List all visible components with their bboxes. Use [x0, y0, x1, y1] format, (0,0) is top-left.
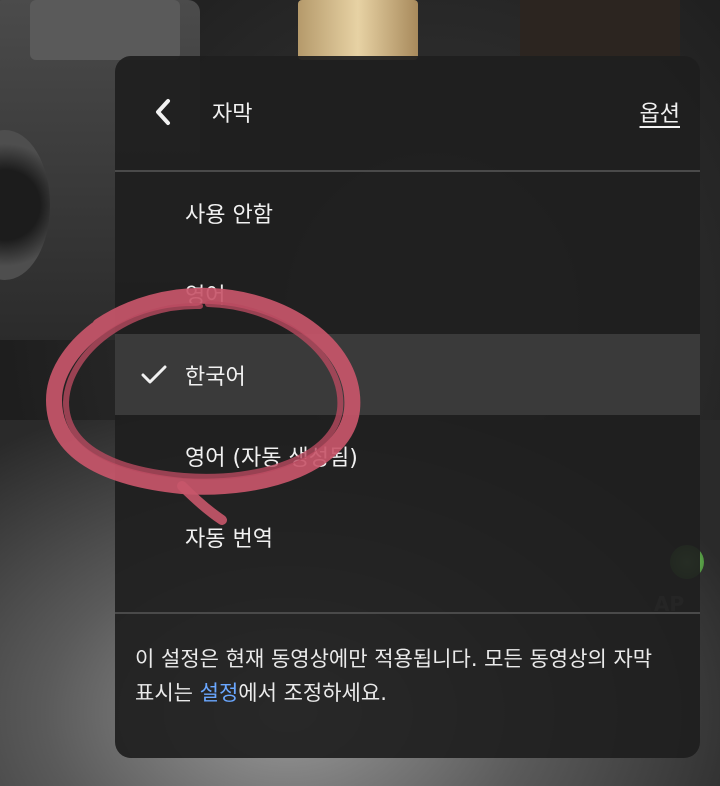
settings-note: 이 설정은 현재 동영상에만 적용됩니다. 모든 동영상의 자막 표시는 설정에…	[135, 642, 675, 710]
subtitle-option-english[interactable]: 영어	[115, 253, 700, 334]
chevron-left-icon	[156, 99, 170, 125]
options-link[interactable]: 옵션	[640, 96, 680, 128]
subtitle-option-korean[interactable]: 한국어	[115, 334, 700, 415]
back-button[interactable]	[145, 90, 181, 134]
option-label: 자동 번역	[185, 526, 273, 552]
settings-link[interactable]: 설정	[200, 681, 239, 705]
option-label: 영어 (자동 생성됨)	[185, 445, 358, 471]
subtitle-menu-panel: 자막 옵션 사용 안함 영어 한국어 영어 (자동 생성됨) 자동 번역 이 설…	[115, 56, 700, 758]
background-brass-fitting	[298, 0, 418, 60]
option-label: 사용 안함	[185, 202, 273, 228]
subtitle-option-list: 사용 안함 영어 한국어 영어 (자동 생성됨) 자동 번역	[115, 172, 700, 577]
option-label: 영어	[185, 283, 226, 309]
option-label: 한국어	[185, 364, 246, 390]
note-text-after: 에서 조정하세요.	[238, 681, 387, 705]
subtitle-option-english-auto[interactable]: 영어 (자동 생성됨)	[115, 415, 700, 496]
footer-divider	[115, 612, 700, 614]
menu-header: 자막 옵션	[115, 56, 700, 170]
subtitle-option-auto-translate[interactable]: 자동 번역	[115, 496, 700, 577]
subtitle-option-off[interactable]: 사용 안함	[115, 172, 700, 253]
background-camera-top	[30, 0, 180, 60]
menu-title: 자막	[212, 102, 253, 127]
background-dark-object	[520, 0, 680, 60]
checkmark-icon	[141, 365, 167, 384]
